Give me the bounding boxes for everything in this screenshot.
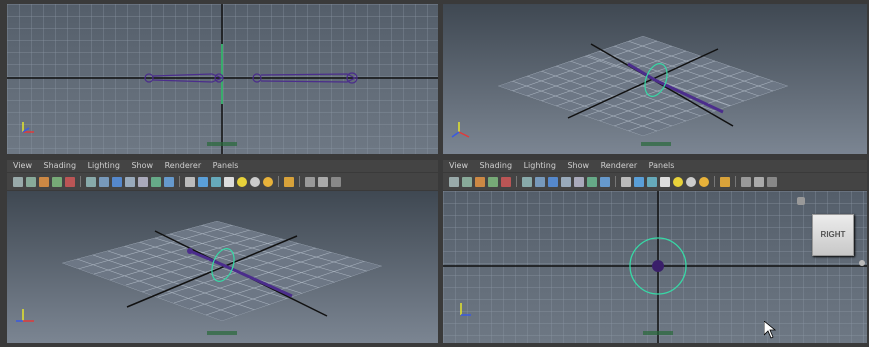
viewport-bottom-left-scene [16,221,382,335]
resolution-gate-icon[interactable] [548,176,558,187]
two-d-pan-icon[interactable] [501,176,511,187]
safe-action-icon[interactable] [151,176,161,187]
safe-title-icon[interactable] [600,176,610,187]
grid-icon[interactable] [522,176,532,187]
wireframe-on-shaded-icon[interactable] [211,176,221,187]
bookmark-icon[interactable] [475,176,485,187]
camera-attr-icon[interactable] [462,176,472,187]
viewport-top-left-scene [7,4,438,154]
flat-light-icon[interactable] [699,176,709,187]
menubar-right: View Shading Lighting Show Renderer Pane… [443,160,867,172]
smooth-shade-icon[interactable] [634,176,644,187]
all-lights-icon[interactable] [250,176,260,187]
isolate-select-icon[interactable] [720,176,730,187]
separator [615,176,616,187]
image-plane-icon[interactable] [52,176,62,187]
field-chart-icon[interactable] [138,176,148,187]
flat-light-icon[interactable] [263,176,273,187]
menubar-left: View Shading Lighting Show Renderer Pane… [7,160,438,172]
toolbar-right [443,173,867,190]
viewcube-compass-dot [859,260,865,266]
menu-view[interactable]: View [13,160,32,172]
viewport-top-left[interactable] [7,4,438,154]
menu-show[interactable]: Show [567,160,589,172]
wireframe-on-shaded-icon[interactable] [647,176,657,187]
safe-action-icon[interactable] [587,176,597,187]
xray-icon[interactable] [660,176,670,187]
isolate-select-icon[interactable] [284,176,294,187]
film-gate-icon[interactable] [99,176,109,187]
xray-icon[interactable] [224,176,234,187]
gate-mask-icon[interactable] [561,176,571,187]
camera-attr-icon[interactable] [26,176,36,187]
separator [278,176,279,187]
viewport-bottom-right-scene [443,191,867,343]
viewport-top-right-scene [451,36,788,146]
wireframe-icon[interactable] [621,176,631,187]
smooth-shade-icon[interactable] [198,176,208,187]
gate-mask-icon[interactable] [125,176,135,187]
camera-select-icon[interactable] [13,176,23,187]
home-icon [797,197,805,205]
default-light-icon[interactable] [237,176,247,187]
share-icon[interactable] [767,176,777,187]
axis-gizmo [451,122,470,138]
menu-panels[interactable]: Panels [213,160,239,172]
wireframe-icon[interactable] [185,176,195,187]
viewport-bottom-right[interactable] [443,191,867,343]
menu-shading[interactable]: Shading [480,160,513,172]
hud-icon[interactable] [741,176,751,187]
layout-icon[interactable] [754,176,764,187]
bookmark-icon[interactable] [39,176,49,187]
camera-select-icon[interactable] [449,176,459,187]
joint [652,260,664,272]
mouse-cursor-icon [764,321,776,339]
share-icon[interactable] [331,176,341,187]
viewport-top-right[interactable] [443,4,867,154]
menu-panels[interactable]: Panels [649,160,675,172]
separator [80,176,81,187]
menu-show[interactable]: Show [131,160,153,172]
menu-lighting[interactable]: Lighting [524,160,556,172]
menu-shading[interactable]: Shading [44,160,77,172]
film-gate-icon[interactable] [535,176,545,187]
viewcube[interactable]: RIGHT [812,214,854,256]
menu-renderer[interactable]: Renderer [165,160,202,172]
resolution-gate-icon[interactable] [112,176,122,187]
menu-lighting[interactable]: Lighting [88,160,120,172]
all-lights-icon[interactable] [686,176,696,187]
hud-icon[interactable] [305,176,315,187]
toolbar-left [7,173,438,190]
menu-renderer[interactable]: Renderer [601,160,638,172]
image-plane-icon[interactable] [488,176,498,187]
safe-title-icon[interactable] [164,176,174,187]
separator [714,176,715,187]
separator [735,176,736,187]
default-light-icon[interactable] [673,176,683,187]
axis-gizmo [16,309,34,322]
separator [516,176,517,187]
menu-view[interactable]: View [449,160,468,172]
separator [179,176,180,187]
separator [299,176,300,187]
viewport-bottom-left[interactable] [7,191,438,343]
grid-icon[interactable] [86,176,96,187]
two-d-pan-icon[interactable] [65,176,75,187]
field-chart-icon[interactable] [574,176,584,187]
layout-icon[interactable] [318,176,328,187]
